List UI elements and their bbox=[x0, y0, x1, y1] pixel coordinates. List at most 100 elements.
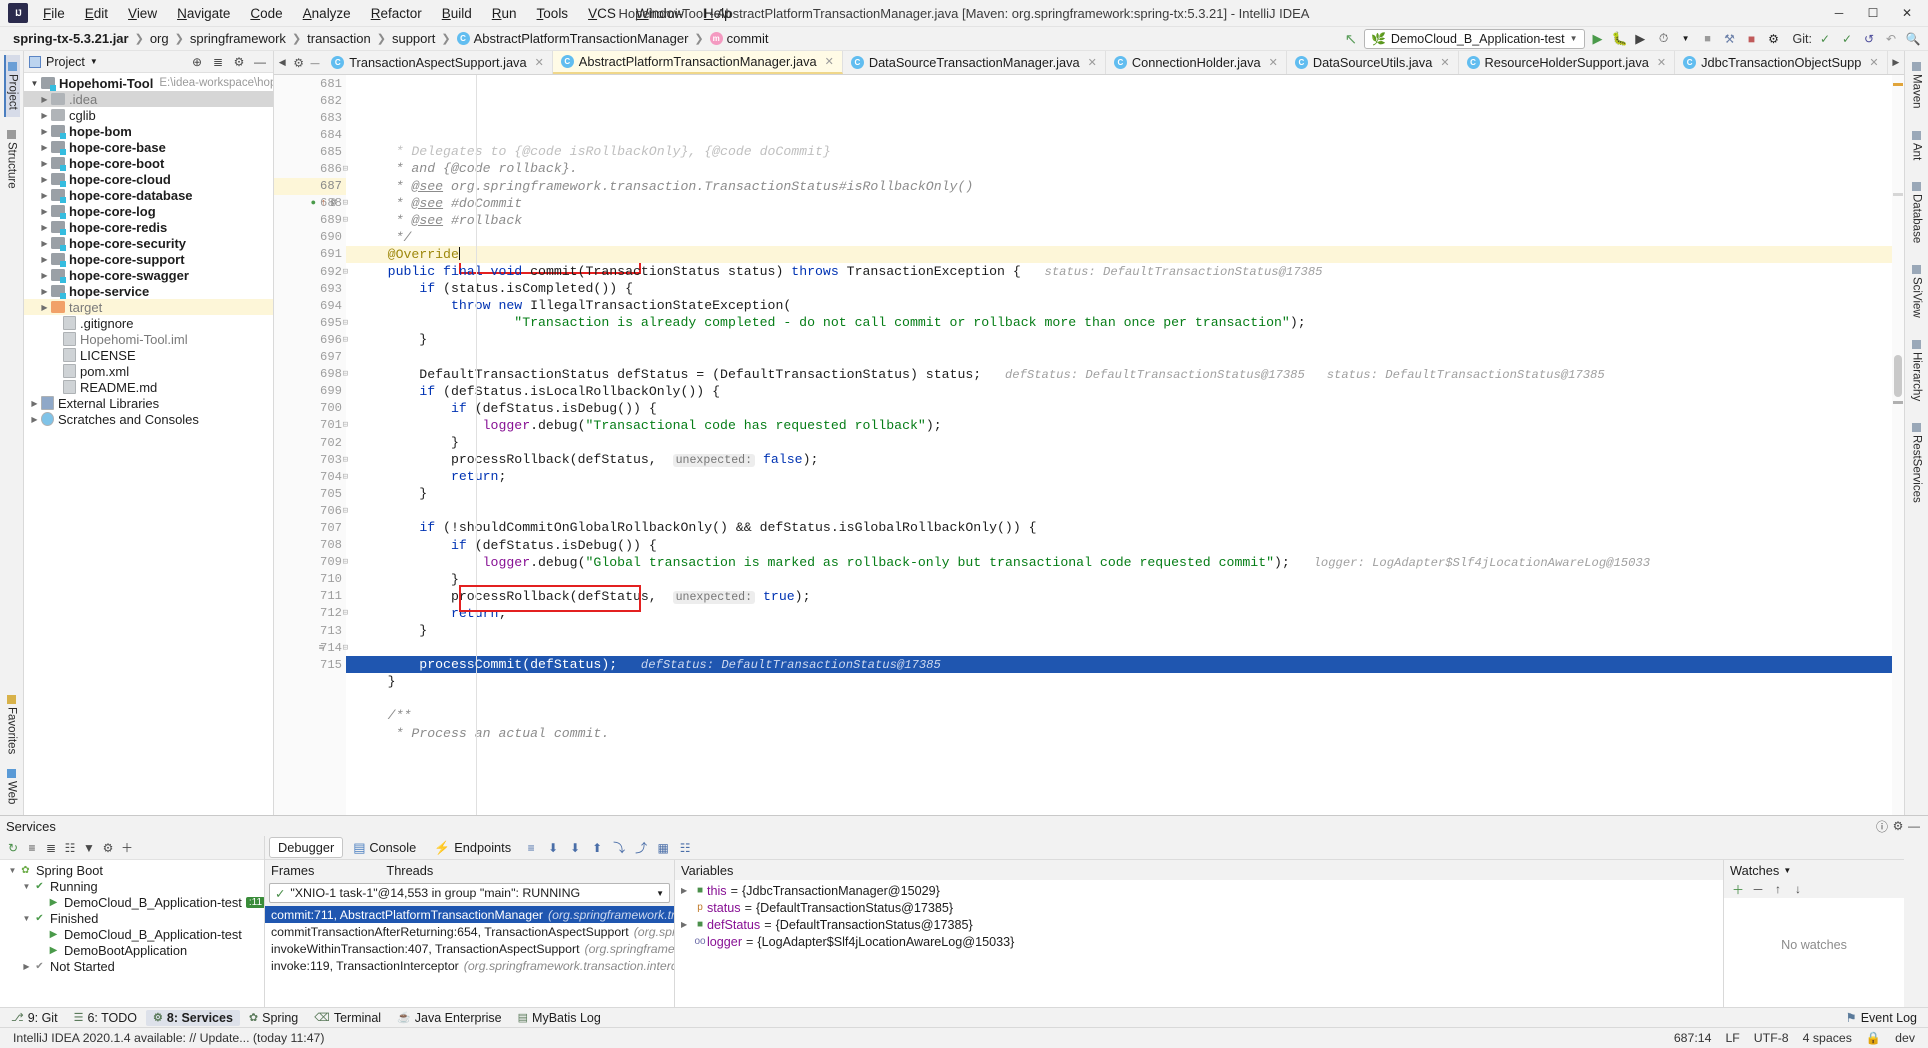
menu-item-code[interactable]: Code bbox=[241, 3, 291, 24]
add-watch-icon[interactable]: ＋ bbox=[1730, 881, 1746, 897]
breadcrumb-item-abstractplatformtransactionmanager[interactable]: C AbstractPlatformTransactionManager bbox=[452, 30, 694, 47]
tree-row[interactable]: ▶ Scratches and Consoles bbox=[24, 411, 273, 427]
move-up-icon[interactable]: ↑ bbox=[1770, 881, 1786, 897]
editor-tab-transactionaspectsupport[interactable]: C TransactionAspectSupport.java ✕ bbox=[323, 51, 553, 74]
services-row[interactable]: ▶ DemoBootApplication bbox=[0, 942, 264, 958]
chevron-right-icon[interactable]: ▶ bbox=[38, 143, 51, 152]
services-row[interactable]: ▶ DemoCloud_B_Application-test:11 bbox=[0, 894, 264, 910]
tree-row-root[interactable]: ▼ Hopehomi-Tool E:\idea-workspace\hopehom bbox=[24, 75, 273, 91]
gutter-line[interactable]: 703 ⊟ bbox=[274, 451, 348, 468]
menu-item-view[interactable]: View bbox=[119, 3, 166, 24]
tree-row[interactable]: .gitignore bbox=[24, 315, 273, 331]
breadcrumb[interactable]: spring-tx-5.3.21.jar ❯ org ❯ springframework… bbox=[8, 30, 774, 47]
chevron-down-icon[interactable]: ▼ bbox=[20, 882, 33, 891]
breadcrumb-item-springframework[interactable]: springframework bbox=[185, 30, 291, 47]
settings-icon[interactable]: ⚙ bbox=[231, 54, 247, 70]
close-icon[interactable]: ✕ bbox=[535, 56, 544, 69]
code-content[interactable]: * Delegates to {@code isRollbackOnly}, {… bbox=[346, 75, 1904, 815]
debugger-tab-console[interactable]: ▤ Console bbox=[345, 838, 424, 858]
code-line[interactable]: throw new IllegalTransactionStateExcepti… bbox=[346, 297, 1904, 314]
chevron-right-icon[interactable]: ▶ bbox=[38, 191, 51, 200]
code-line[interactable]: } bbox=[346, 673, 1904, 690]
build-icon[interactable]: ⚒ bbox=[1721, 30, 1739, 48]
services-toolbar[interactable]: ↻ ≡ ≣ ☷ ▼ ⚙ ＋ bbox=[0, 836, 264, 860]
chevron-right-icon[interactable]: ▶ bbox=[38, 95, 51, 104]
chevron-right-icon[interactable]: ▶ bbox=[38, 271, 51, 280]
editor-scrollbar[interactable] bbox=[1892, 75, 1904, 815]
code-line[interactable]: * and {@code rollback}. bbox=[346, 160, 1904, 177]
scrollbar-thumb[interactable] bbox=[1894, 355, 1902, 397]
file-encoding[interactable]: UTF-8 bbox=[1747, 1031, 1796, 1045]
gutter-line[interactable]: 710 bbox=[274, 571, 346, 588]
hide-icon[interactable]: — bbox=[252, 54, 268, 70]
chevron-right-icon[interactable]: ▶ bbox=[38, 239, 51, 248]
menu-item-tools[interactable]: Tools bbox=[528, 3, 578, 24]
git-branch[interactable]: dev bbox=[1888, 1031, 1922, 1045]
close-icon[interactable]: ✕ bbox=[1440, 56, 1449, 69]
tree-row[interactable]: LICENSE bbox=[24, 347, 273, 363]
frames-icon[interactable]: ☷ bbox=[677, 840, 693, 856]
code-line[interactable]: if (defStatus.isLocalRollbackOnly()) { bbox=[346, 383, 1904, 400]
breakpoint-icon[interactable]: ● bbox=[311, 198, 316, 208]
code-line[interactable]: processRollback(defStatus, unexpected: t… bbox=[346, 588, 1904, 605]
hide-icon[interactable]: — bbox=[1906, 818, 1922, 834]
tab-scroll-right-icon[interactable]: ▶ bbox=[1888, 51, 1904, 74]
gutter-line[interactable]: 690 bbox=[274, 229, 346, 246]
tool-window-tab-structure[interactable]: Structure bbox=[5, 123, 19, 196]
editor-tab-connectionholder[interactable]: C ConnectionHolder.java ✕ bbox=[1105, 51, 1287, 74]
code-line[interactable]: */ bbox=[346, 229, 1904, 246]
run-configuration-selector[interactable]: 🌿 DemoCloud_B_Application-test ▼ bbox=[1363, 28, 1585, 49]
variable-row[interactable]: p status = {DefaultTransactionStatus@17385} bbox=[675, 899, 1723, 916]
chevron-right-icon[interactable]: ▶ bbox=[38, 159, 51, 168]
gutter-line[interactable]: 693 bbox=[274, 280, 346, 297]
code-line[interactable]: if (defStatus.isDebug()) { bbox=[346, 537, 1904, 554]
gutter-line[interactable]: 698 ⊟ bbox=[274, 366, 348, 383]
services-row[interactable]: ▼ ✔ Finished bbox=[0, 910, 264, 926]
chevron-right-icon[interactable]: ▶ bbox=[28, 415, 41, 424]
tree-row[interactable]: ▶ .idea bbox=[24, 91, 273, 107]
minimize-button[interactable]: ─ bbox=[1822, 1, 1856, 26]
chevron-right-icon[interactable]: ▶ bbox=[38, 287, 51, 296]
error-stripe-mark[interactable] bbox=[1893, 83, 1903, 86]
code-line[interactable]: if (defStatus.isDebug()) { bbox=[346, 400, 1904, 417]
menu-item-edit[interactable]: Edit bbox=[76, 3, 117, 24]
gutter-line[interactable]: 712 ⊟ bbox=[274, 605, 348, 622]
frame-row[interactable]: invoke:119, TransactionInterceptor (org.s… bbox=[265, 957, 674, 974]
services-row[interactable]: ▼ ✔ Running bbox=[0, 878, 264, 894]
tree-row[interactable]: ▶ hope-core-boot bbox=[24, 155, 273, 171]
services-row[interactable]: ▶ ✔ Not Started bbox=[0, 958, 264, 974]
menu-item-refactor[interactable]: Refactor bbox=[362, 3, 431, 24]
breadcrumb-item-org[interactable]: org bbox=[145, 30, 174, 47]
collapse-all-icon[interactable]: ≣ bbox=[43, 840, 59, 856]
override-method-icon[interactable]: ↑ bbox=[321, 198, 326, 208]
variable-row[interactable]: ▶ ■ this = {JdbcTransactionManager@15029} bbox=[675, 882, 1723, 899]
close-button[interactable]: ✕ bbox=[1890, 1, 1924, 26]
gutter-line[interactable]: 685 bbox=[274, 143, 346, 160]
gutter-line[interactable]: 715 bbox=[274, 656, 346, 673]
tool-window-tab-hierarchy[interactable]: Hierarchy bbox=[1910, 333, 1924, 408]
gutter-line[interactable]: 708 bbox=[274, 537, 346, 554]
bottom-tab-spring[interactable]: ✿ Spring bbox=[242, 1010, 305, 1026]
gutter-line[interactable]: 688 ● ↑ @ ⊟ bbox=[274, 195, 348, 212]
tree-row[interactable]: pom.xml bbox=[24, 363, 273, 379]
tool-window-tab-sciview[interactable]: SciView bbox=[1910, 258, 1924, 325]
code-line[interactable]: return; bbox=[346, 605, 1904, 622]
frame-row[interactable]: invokeWithinTransaction:407, Transaction… bbox=[265, 940, 674, 957]
code-line[interactable]: } bbox=[346, 485, 1904, 502]
settings-icon[interactable]: ⚙ bbox=[290, 51, 306, 74]
editor-tabs[interactable]: ◀ ⚙ — C TransactionAspectSupport.java ✕ C Abstr… bbox=[274, 51, 1904, 75]
step-over-icon[interactable]: ⬇ bbox=[545, 840, 561, 856]
code-line[interactable]: if (!shouldCommitOnGlobalRollbackOnly() … bbox=[346, 519, 1904, 536]
gutter-line[interactable]: 709 ⊟ bbox=[274, 554, 348, 571]
editor-tab-resourceholdersupport[interactable]: C ResourceHolderSupport.java ✕ bbox=[1458, 51, 1676, 74]
breadcrumb-item-spring-tx-5-3-21-jar[interactable]: spring-tx-5.3.21.jar bbox=[8, 30, 134, 47]
services-row[interactable]: ▼ ✿ Spring Boot bbox=[0, 862, 264, 878]
menu-item-window[interactable]: Window bbox=[627, 3, 693, 24]
gutter-line[interactable]: 713 bbox=[274, 622, 346, 639]
tree-row[interactable]: ▶ hope-core-support bbox=[24, 251, 273, 267]
close-icon[interactable]: ✕ bbox=[1657, 56, 1666, 69]
chevron-down-icon[interactable]: ▼ bbox=[6, 866, 19, 875]
chevron-down-icon[interactable]: ▼ bbox=[90, 57, 98, 66]
gutter-line[interactable]: 683 bbox=[274, 109, 346, 126]
frames-list[interactable]: commit:711, AbstractPlatformTransactionM… bbox=[265, 906, 674, 1007]
